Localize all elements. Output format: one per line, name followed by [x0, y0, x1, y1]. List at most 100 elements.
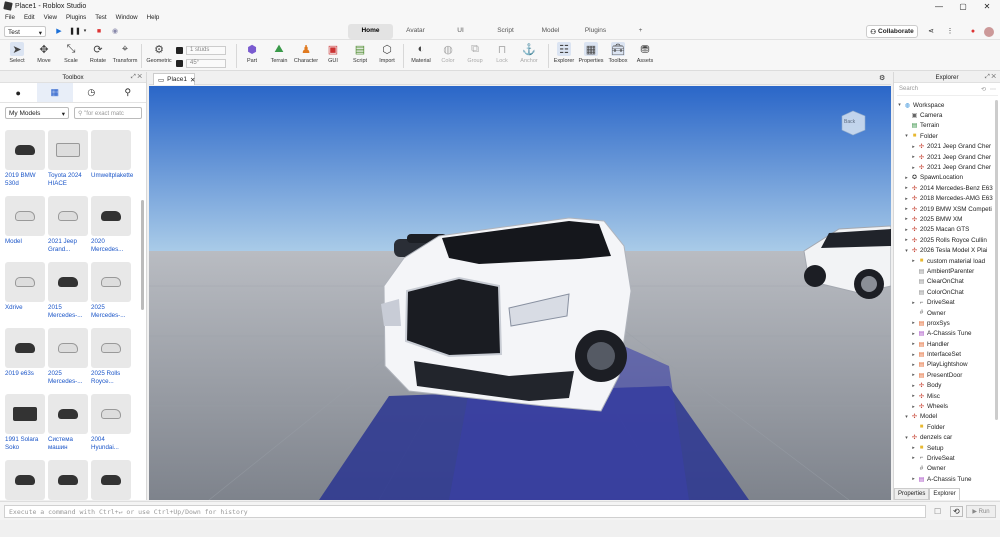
expand-arrow-icon[interactable]: ▸ [911, 383, 916, 389]
tab-avatar[interactable]: Avatar [393, 24, 438, 39]
model-card[interactable]: 2015 Mercedes-... [48, 262, 88, 320]
tab-script[interactable]: Script [483, 24, 528, 39]
angle-field[interactable]: 45° [186, 58, 226, 68]
move-tool[interactable]: ✥ Move [31, 42, 57, 65]
close-button[interactable]: ✕ [976, 0, 998, 12]
part-tool[interactable]: ⬢ Part [239, 42, 265, 65]
tree-row[interactable]: ▸ ✣ Wheels [894, 401, 998, 411]
tree-row[interactable]: ▸ ✣ Body [894, 381, 998, 391]
3d-viewport[interactable] [149, 86, 891, 500]
tab-home[interactable]: Home [348, 24, 393, 39]
stop-icon[interactable]: ■ [94, 25, 104, 37]
explorer-tool[interactable]: ☷ Explorer [551, 42, 577, 64]
tree-row[interactable]: ▸ ▤ InterfaceSet [894, 349, 998, 359]
play-icon[interactable]: ▶ [54, 25, 64, 37]
tree-row[interactable]: ▸ ✣ 2021 Jeep Grand Cher [894, 162, 998, 172]
tab-plugins[interactable]: Plugins [573, 24, 618, 39]
model-card[interactable] [91, 460, 131, 502]
expand-arrow-icon[interactable]: ▸ [911, 393, 916, 399]
explorer-search-input[interactable]: Search ⟲ ⋯ [897, 86, 998, 96]
maximize-button[interactable]: ▢ [952, 0, 974, 12]
close-icon[interactable]: ✕ [190, 76, 195, 84]
run-button[interactable]: ▶ Run [966, 505, 996, 518]
assets-tool[interactable]: ⛃ Assets [632, 42, 658, 65]
tree-row[interactable]: ▸ ▤ PresentDoor [894, 370, 998, 380]
menu-view[interactable]: View [44, 14, 57, 21]
mode-dropdown[interactable]: Test ▾ [4, 26, 46, 37]
tree-row[interactable]: # Owner [894, 308, 998, 318]
model-card[interactable] [5, 460, 45, 502]
tree-row[interactable]: ▸ ✣ 2019 BMW XSM Competi [894, 204, 998, 214]
model-card[interactable]: Model [5, 196, 45, 246]
tree-row[interactable]: ■ Folder [894, 422, 998, 432]
tree-row[interactable]: ▸ ⌐ DriveSeat [894, 453, 998, 463]
expand-arrow-icon[interactable]: ▾ [904, 248, 909, 254]
chevron-down-icon[interactable]: ▾ [80, 25, 90, 37]
tree-row[interactable]: ▸ ▤ A-Chassis Tune [894, 474, 998, 484]
angle-snap[interactable]: 45° [176, 58, 226, 68]
expand-arrow-icon[interactable]: ▸ [911, 476, 916, 482]
color-tool[interactable]: ◍ Color [435, 42, 461, 65]
scale-tool[interactable]: ⤡ Scale [58, 42, 84, 65]
tree-row[interactable]: ▤ Terrain [894, 121, 998, 131]
tree-row[interactable]: ▸ ⌐ DriveSeat [894, 297, 998, 307]
select-tool[interactable]: ➤ Select [4, 42, 30, 64]
model-card[interactable]: Umweltplakette [91, 130, 133, 180]
clock-icon[interactable]: ◷ [73, 83, 110, 102]
expand-arrow-icon[interactable]: ▸ [911, 331, 916, 337]
expand-arrow-icon[interactable]: ▸ [911, 352, 916, 358]
tree-row[interactable]: # Owner [894, 464, 998, 474]
expand-arrow-icon[interactable]: ▾ [897, 102, 902, 108]
settings-icon[interactable]: ⚙ [879, 74, 885, 82]
expand-arrow-icon[interactable]: ▸ [904, 206, 909, 212]
menu-plugins[interactable]: Plugins [66, 14, 86, 21]
studs-snap[interactable]: 1 studs [176, 45, 226, 55]
expand-arrow-icon[interactable]: ▸ [911, 144, 916, 150]
expand-arrow-icon[interactable]: ▸ [904, 185, 909, 191]
tree-row[interactable]: ▸ ▤ proxSys [894, 318, 998, 328]
rotate-tool[interactable]: ⟳ Rotate [85, 42, 111, 65]
tree-row[interactable]: ▸ ▤ PlayLightshow [894, 360, 998, 370]
model-card[interactable]: Toyota 2024 HIACE [48, 130, 88, 188]
angle-checkbox[interactable] [176, 59, 183, 67]
category-dropdown[interactable]: My Models ▾ [5, 107, 69, 119]
tree-row[interactable]: ▸ ▤ A-Chassis Tune [894, 329, 998, 339]
tree-row[interactable]: ▸ ✣ 2014 Mercedes-Benz E63 [894, 183, 998, 193]
history-icon[interactable]: ⟲ [950, 506, 963, 517]
toolbox-tool[interactable]: 🧰︎ Toolbox [605, 42, 631, 64]
expand-arrow-icon[interactable]: ▸ [911, 320, 916, 326]
expand-arrow-icon[interactable]: ▸ [904, 237, 909, 243]
model-card[interactable]: 2025 Mercedes-... [91, 262, 131, 320]
expand-arrow-icon[interactable]: ▸ [911, 455, 916, 461]
menu-help[interactable]: Help [147, 14, 160, 21]
expand-arrow-icon[interactable]: ▾ [904, 133, 909, 139]
terrain-tool[interactable]: ⛰ Terrain [266, 42, 292, 65]
tree-row[interactable]: ▸ ▤ Handler [894, 339, 998, 349]
tree-row[interactable]: ▸ ✣ 2025 Macan GTS [894, 225, 998, 235]
gui-tool[interactable]: ▣ GUI [320, 42, 346, 65]
expand-arrow-icon[interactable]: ▸ [911, 154, 916, 160]
bag-icon[interactable]: ● [0, 83, 37, 102]
tree-row[interactable]: ▤ ClearOnChat [894, 277, 998, 287]
share-icon[interactable]: ⋖ [926, 25, 936, 37]
studs-checkbox[interactable] [176, 46, 183, 54]
tab-properties[interactable]: Properties [894, 488, 930, 500]
avatar[interactable] [984, 27, 994, 37]
tree-row[interactable]: ▤ ColorOnChat [894, 287, 998, 297]
expand-arrow-icon[interactable]: ▸ [904, 227, 909, 233]
model-card[interactable]: Xdrive [5, 262, 45, 312]
toolbox-search-input[interactable]: ⚲ "for exact matc [74, 107, 142, 119]
notifications-icon[interactable]: ● [968, 25, 978, 37]
expand-arrow-icon[interactable]: ▸ [911, 445, 916, 451]
studs-field[interactable]: 1 studs [186, 45, 226, 55]
expand-arrow-icon[interactable]: ▾ [904, 435, 909, 441]
tree-row[interactable]: ▾ ◍ Workspace [894, 100, 998, 110]
tree-row[interactable]: ▸ ✣ 2021 Jeep Grand Cher [894, 142, 998, 152]
grid-icon[interactable]: ▦ [36, 83, 73, 102]
tree-row[interactable]: ▸ ✣ 2018 Mercedes-AMG E63 [894, 194, 998, 204]
scrollbar[interactable] [995, 100, 998, 420]
tree-row[interactable]: ▾ ✣ 2026 Tesla Model X Plai [894, 245, 998, 255]
tree-row[interactable]: ▸ ✣ 2025 BMW XM [894, 214, 998, 224]
expand-arrow-icon[interactable]: ▸ [911, 404, 916, 410]
tree-row[interactable]: ▸ ■ Setup [894, 443, 998, 453]
